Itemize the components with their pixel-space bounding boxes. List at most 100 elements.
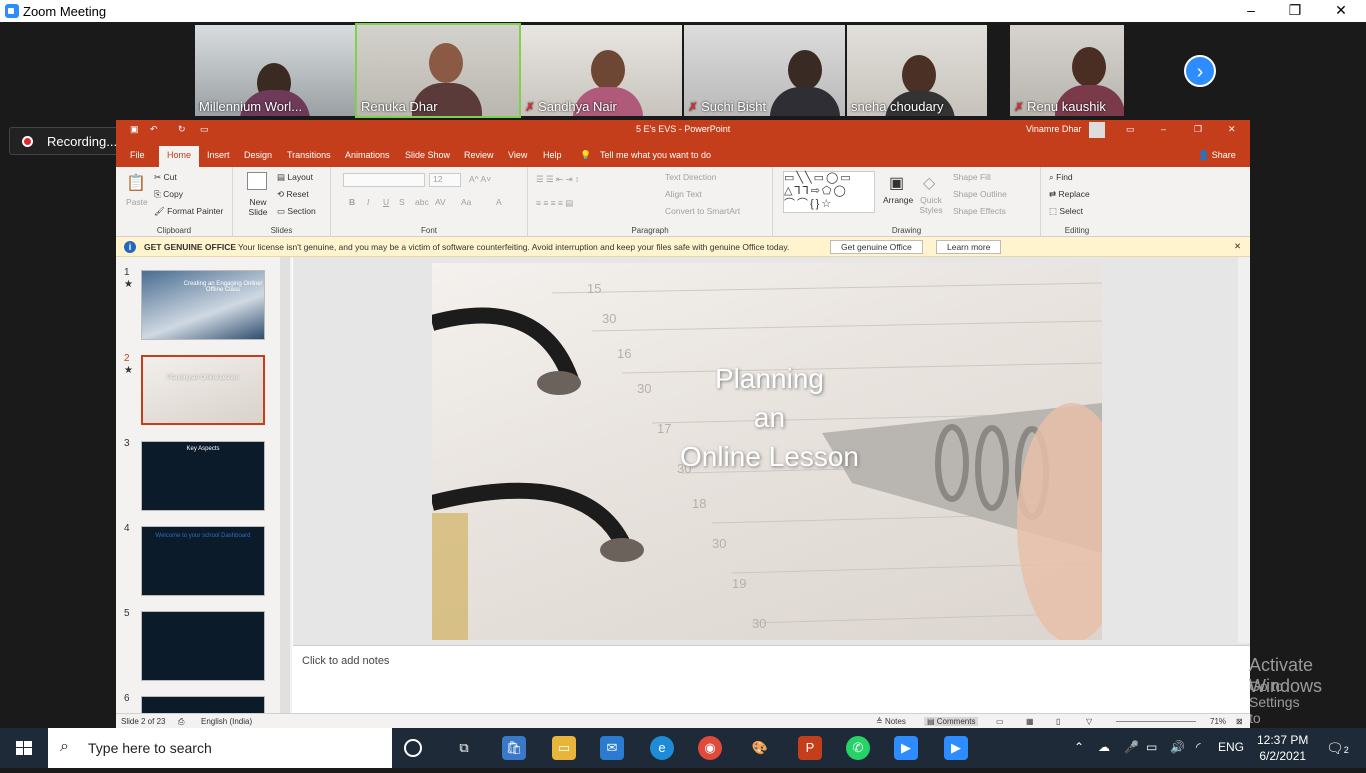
fit-slide-button[interactable]: ⊠ (1236, 717, 1243, 726)
zoom-taskbar-icon[interactable]: ▶ (894, 736, 918, 760)
normal-view-button[interactable]: ▭ (996, 717, 1004, 726)
task-view-icon[interactable]: ⧉ (452, 736, 476, 760)
convert-smartart-button[interactable]: Convert to SmartArt (665, 206, 740, 216)
participant-tile[interactable]: sneha choudary (847, 25, 987, 116)
chrome-icon[interactable]: ◉ (698, 736, 722, 760)
save-icon[interactable]: ▣ (130, 124, 139, 135)
taskbar-search[interactable]: ⌕ Type here to search (48, 728, 392, 768)
close-icon[interactable]: ✕ (1234, 241, 1241, 252)
slide-thumbnail[interactable]: Key Aspects (141, 441, 265, 511)
start-button[interactable] (0, 728, 48, 768)
slide-title[interactable]: Planning an Online Lesson (432, 359, 1102, 476)
zoom-slider[interactable] (1116, 721, 1196, 722)
slide-thumbnail[interactable]: Creating an Engaging Online/ Offline Cla… (141, 270, 265, 340)
tab-animations[interactable]: Animations (345, 150, 390, 160)
section-button[interactable]: ▭ Section (277, 206, 316, 217)
share-button[interactable]: 👤 Share (1198, 150, 1236, 161)
paint-icon[interactable]: 🎨 (748, 736, 772, 760)
reading-view-button[interactable]: ▯ (1056, 717, 1060, 726)
slide-thumbnail[interactable] (141, 611, 265, 681)
undo-icon[interactable]: ↶ (150, 124, 158, 135)
align-icons[interactable]: ≡ ≡ ≡ ≡ ▤ (536, 198, 573, 209)
language-indicator[interactable]: ENG (1218, 740, 1244, 754)
paste-button[interactable]: Paste (126, 197, 148, 207)
cortana-icon[interactable] (404, 739, 422, 757)
wifi-icon[interactable]: ◜ (1196, 740, 1201, 754)
tab-slide-show[interactable]: Slide Show (405, 150, 450, 160)
notes-pane[interactable]: Click to add notes (293, 645, 1250, 713)
microphone-icon[interactable]: 🎤 (1124, 740, 1139, 754)
slide-sorter-button[interactable]: ▦ (1026, 717, 1034, 726)
store-icon[interactable]: 🛍 (502, 736, 526, 760)
tab-insert[interactable]: Insert (207, 150, 230, 160)
slideshow-button[interactable]: ▽ (1086, 717, 1092, 726)
ribbon-display-icon[interactable]: ▭ (1126, 124, 1135, 135)
participant-tile[interactable]: ✗ Renu kaushik (1010, 25, 1124, 116)
tab-review[interactable]: Review (464, 150, 494, 160)
participant-tile[interactable]: ✗ Sandhya Nair (521, 25, 682, 116)
zoom-taskbar-icon-2[interactable]: ▶ (944, 736, 968, 760)
redo-icon[interactable]: ↻ (178, 124, 186, 135)
notes-button[interactable]: ≜ Notes (876, 717, 906, 726)
taskbar-clock[interactable]: 12:37 PM 6/2/2021 (1257, 732, 1308, 764)
avatar[interactable] (1089, 122, 1105, 138)
mail-icon[interactable]: ✉ (600, 736, 624, 760)
text-direction-button[interactable]: Text Direction (665, 172, 717, 182)
next-participants-button[interactable]: › (1184, 55, 1216, 87)
quick-styles-button[interactable]: Quick Styles (919, 195, 943, 215)
change-case-button[interactable]: Aa (461, 197, 471, 207)
underline-button[interactable]: U (383, 197, 389, 207)
close-button[interactable]: ✕ (1326, 2, 1356, 19)
tab-transitions[interactable]: Transitions (287, 150, 331, 160)
select-button[interactable]: ⬚ Select (1049, 206, 1083, 217)
shape-outline-button[interactable]: Shape Outline (953, 189, 1007, 199)
tab-help[interactable]: Help (543, 150, 562, 160)
powerpoint-icon[interactable]: P (798, 736, 822, 760)
tab-design[interactable]: Design (244, 150, 272, 160)
italic-button[interactable]: I (367, 197, 369, 207)
slide-thumbnail[interactable] (141, 696, 265, 713)
language-indicator[interactable]: English (India) (201, 717, 252, 726)
comments-button[interactable]: ▤ Comments (924, 717, 979, 726)
font-name-field[interactable] (343, 173, 425, 187)
slide-thumbnail[interactable]: Welcome to your school Dashboard (141, 526, 265, 596)
char-spacing-button[interactable]: AV (435, 197, 446, 207)
onedrive-icon[interactable]: ☁ (1098, 740, 1110, 754)
shape-fill-button[interactable]: Shape Fill (953, 172, 991, 182)
shapes-gallery[interactable]: ▭╲╲▭◯▭ △⅂⅂⇨⬠◯ ⌒⌒{}☆ (783, 171, 875, 213)
copy-button[interactable]: ⎘ Copy (154, 189, 183, 200)
shadow-button[interactable]: S (399, 197, 405, 207)
ppt-restore-button[interactable]: ❐ (1194, 124, 1202, 135)
maximize-button[interactable]: ❐ (1280, 2, 1310, 19)
tab-view[interactable]: View (508, 150, 527, 160)
font-color-button[interactable]: A (496, 197, 502, 207)
tab-file[interactable]: File (130, 150, 145, 160)
format-painter-button[interactable]: 🖌 Format Painter (154, 206, 223, 217)
file-explorer-icon[interactable]: ▭ (552, 736, 576, 760)
slide-thumbnail-selected[interactable]: Planning an Online Lesson (141, 355, 265, 425)
user-name[interactable]: Vinamre Dhar (1026, 124, 1081, 134)
accessibility-icon[interactable]: ⎙ (178, 717, 184, 727)
strikethrough-button[interactable]: abc (415, 197, 429, 207)
align-text-button[interactable]: Align Text (665, 189, 702, 199)
participant-tile-active-speaker[interactable]: Renuka Dhar (355, 23, 521, 118)
reset-button[interactable]: ⟲ Reset (277, 189, 309, 200)
chevron-up-icon[interactable]: ⌃ (1074, 740, 1084, 754)
edge-icon[interactable]: e (650, 736, 674, 760)
minimize-button[interactable]: – (1236, 2, 1266, 18)
shape-effects-button[interactable]: Shape Effects (953, 206, 1006, 216)
recording-indicator[interactable]: Recording... (9, 127, 121, 155)
layout-button[interactable]: ▤ Layout (277, 172, 313, 183)
participant-tile[interactable]: ✗ Suchi Bisht (684, 25, 845, 116)
present-icon[interactable]: ▭ (200, 124, 209, 135)
bold-button[interactable]: B (349, 197, 355, 207)
new-slide-button[interactable]: New Slide (243, 197, 273, 217)
zoom-level[interactable]: 71% (1210, 717, 1226, 726)
find-button[interactable]: ⌕ Find (1049, 172, 1073, 183)
ppt-close-button[interactable]: ✕ (1228, 124, 1236, 135)
replace-button[interactable]: ⇄ Replace (1049, 189, 1090, 200)
font-size-field[interactable]: 12 (429, 173, 461, 187)
volume-icon[interactable]: 🔊 (1170, 740, 1185, 754)
tab-home[interactable]: Home (159, 146, 200, 167)
current-slide[interactable]: 15 30 16 30 17 30 18 30 19 30 Planning an (432, 263, 1102, 640)
